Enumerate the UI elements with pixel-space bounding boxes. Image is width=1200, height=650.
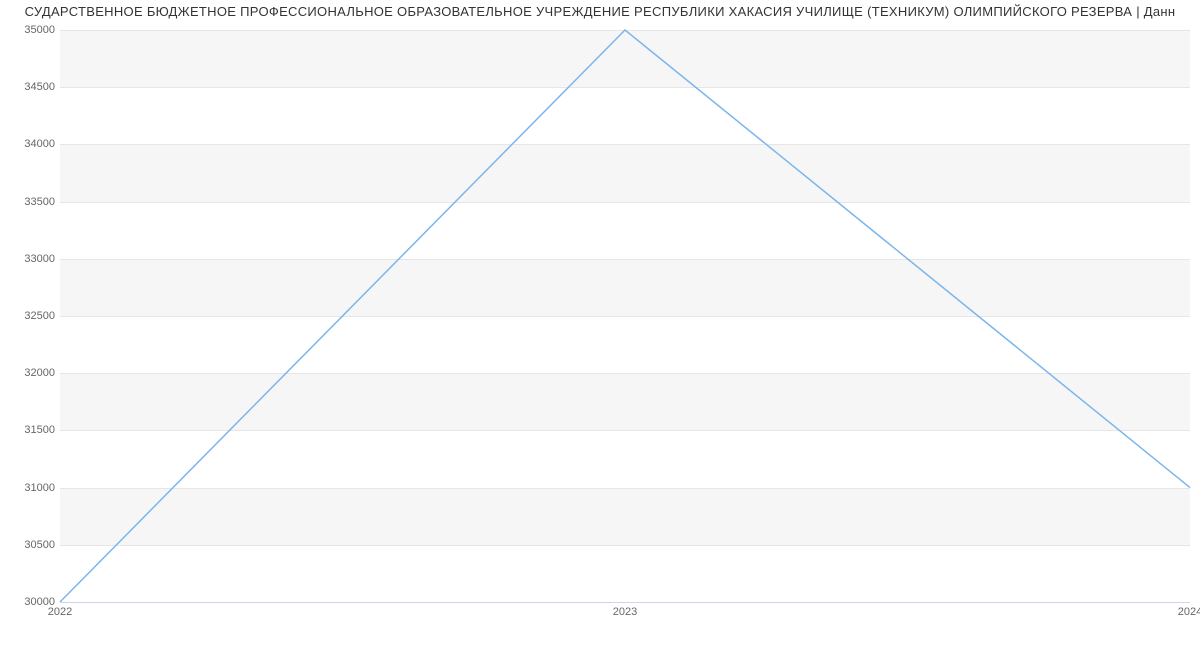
y-tick-label: 31000 (5, 482, 55, 494)
y-tick-label: 32000 (5, 367, 55, 379)
y-tick-label: 34000 (5, 138, 55, 150)
y-tick-label: 33000 (5, 253, 55, 265)
x-tick-label: 2023 (613, 606, 637, 618)
line-series (60, 30, 1190, 602)
plot-area (60, 30, 1190, 602)
x-tick-label: 2024 (1178, 606, 1200, 618)
chart-title: СУДАРСТВЕННОЕ БЮДЖЕТНОЕ ПРОФЕССИОНАЛЬНОЕ… (0, 4, 1200, 19)
y-tick-label: 30500 (5, 539, 55, 551)
y-tick-label: 35000 (5, 24, 55, 36)
y-tick-label: 33500 (5, 196, 55, 208)
data-line (60, 30, 1190, 602)
y-tick-label: 32500 (5, 310, 55, 322)
x-tick-label: 2022 (48, 606, 72, 618)
y-tick-label: 34500 (5, 81, 55, 93)
y-tick-label: 31500 (5, 424, 55, 436)
x-axis (60, 602, 1190, 603)
